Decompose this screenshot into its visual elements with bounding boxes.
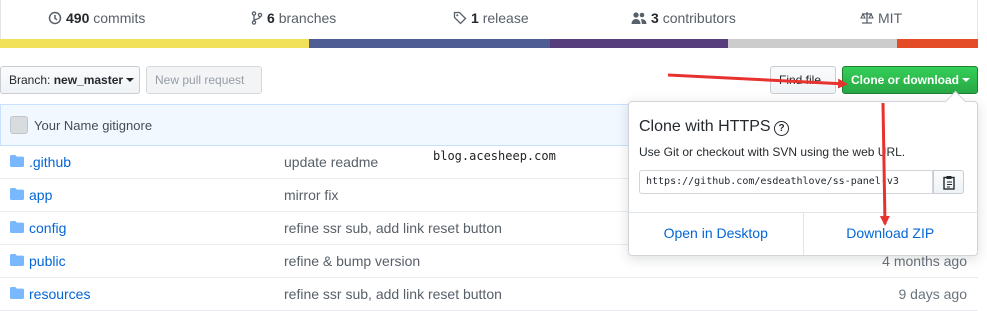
commits-count: 490 (66, 10, 90, 26)
language-bar[interactable] (0, 39, 978, 48)
people-icon (631, 12, 647, 24)
branches-label: branches (278, 10, 337, 26)
branch-select-button[interactable]: Branch: new_master (0, 66, 140, 94)
commit-message[interactable]: gitignore (102, 118, 152, 133)
watermark-text: blog.acesheep.com (433, 149, 556, 163)
avatar[interactable] (10, 116, 28, 134)
clone-actions: Open in Desktop Download ZIP (629, 212, 977, 255)
file-name-link[interactable]: resources (29, 286, 90, 302)
file-age: 9 days ago (898, 286, 968, 302)
releases-label: release (482, 10, 529, 26)
file-commit-message[interactable]: refine & bump version (284, 253, 420, 269)
file-commit-message[interactable]: update readme (284, 154, 378, 170)
find-file-button[interactable]: Find file (770, 66, 836, 94)
open-in-desktop-button[interactable]: Open in Desktop (629, 213, 803, 255)
clone-description: Use Git or checkout with SVN using the w… (639, 145, 906, 159)
file-name-link[interactable]: app (29, 187, 52, 203)
tag-icon (453, 11, 467, 25)
branches-count: 6 (267, 10, 275, 26)
language-segment[interactable] (549, 39, 728, 48)
new-pull-request-button[interactable]: New pull request (146, 66, 262, 94)
contributors-link[interactable]: 3 contributors (631, 10, 736, 26)
commits-label: commits (93, 10, 146, 26)
folder-icon (10, 287, 24, 299)
commit-author[interactable]: Your Name (34, 118, 99, 133)
download-zip-button[interactable]: Download ZIP (802, 213, 978, 255)
releases-count: 1 (471, 10, 479, 26)
table-row: resources refine ssr sub, add link reset … (0, 278, 978, 311)
file-name-link[interactable]: public (29, 253, 66, 269)
language-segment[interactable] (896, 39, 978, 48)
file-commit-message[interactable]: mirror fix (284, 187, 338, 203)
language-segment[interactable] (727, 39, 897, 48)
history-icon (48, 11, 62, 25)
repo-summary: 490 commits 6 branches 1 release 3 contr… (0, 0, 978, 39)
clone-title: Clone with HTTPS (639, 118, 771, 135)
branch-name: new_master (53, 73, 124, 87)
dropdown-pointer (944, 90, 967, 113)
license-link[interactable]: MIT (860, 10, 902, 26)
folder-icon (10, 254, 24, 266)
caret-down-icon (126, 78, 135, 82)
clone-url-input[interactable]: https://github.com/esdeathlove/ss-panel-… (639, 170, 933, 194)
branch-icon (251, 11, 263, 25)
releases-link[interactable]: 1 release (453, 10, 529, 26)
contributors-count: 3 (651, 10, 659, 26)
branches-link[interactable]: 6 branches (251, 10, 336, 26)
file-commit-message[interactable]: refine ssr sub, add link reset button (284, 220, 502, 236)
caret-down-icon (962, 78, 970, 82)
commits-link[interactable]: 490 commits (48, 10, 145, 26)
language-segment[interactable] (309, 39, 550, 48)
file-name-link[interactable]: config (29, 220, 66, 236)
latest-commit-text: Your Name gitignore (34, 118, 152, 133)
file-name-link[interactable]: .github (29, 154, 71, 170)
folder-icon (10, 155, 24, 167)
help-icon[interactable]: ? (774, 121, 789, 136)
clone-or-download-label: Clone or download (851, 73, 959, 87)
branch-label: Branch: (9, 73, 51, 87)
clipboard-icon (943, 176, 955, 190)
clone-dropdown: Clone with HTTPS ? Use Git or checkout w… (628, 90, 978, 256)
file-commit-message[interactable]: refine ssr sub, add link reset button (284, 286, 502, 302)
folder-icon (10, 221, 24, 233)
clone-or-download-button[interactable]: Clone or download (842, 66, 978, 94)
folder-icon (10, 188, 24, 200)
language-segment[interactable] (0, 39, 310, 48)
law-icon (860, 12, 874, 24)
copy-url-button[interactable] (933, 170, 964, 194)
contributors-label: contributors (662, 10, 736, 26)
license-label: MIT (878, 10, 903, 26)
